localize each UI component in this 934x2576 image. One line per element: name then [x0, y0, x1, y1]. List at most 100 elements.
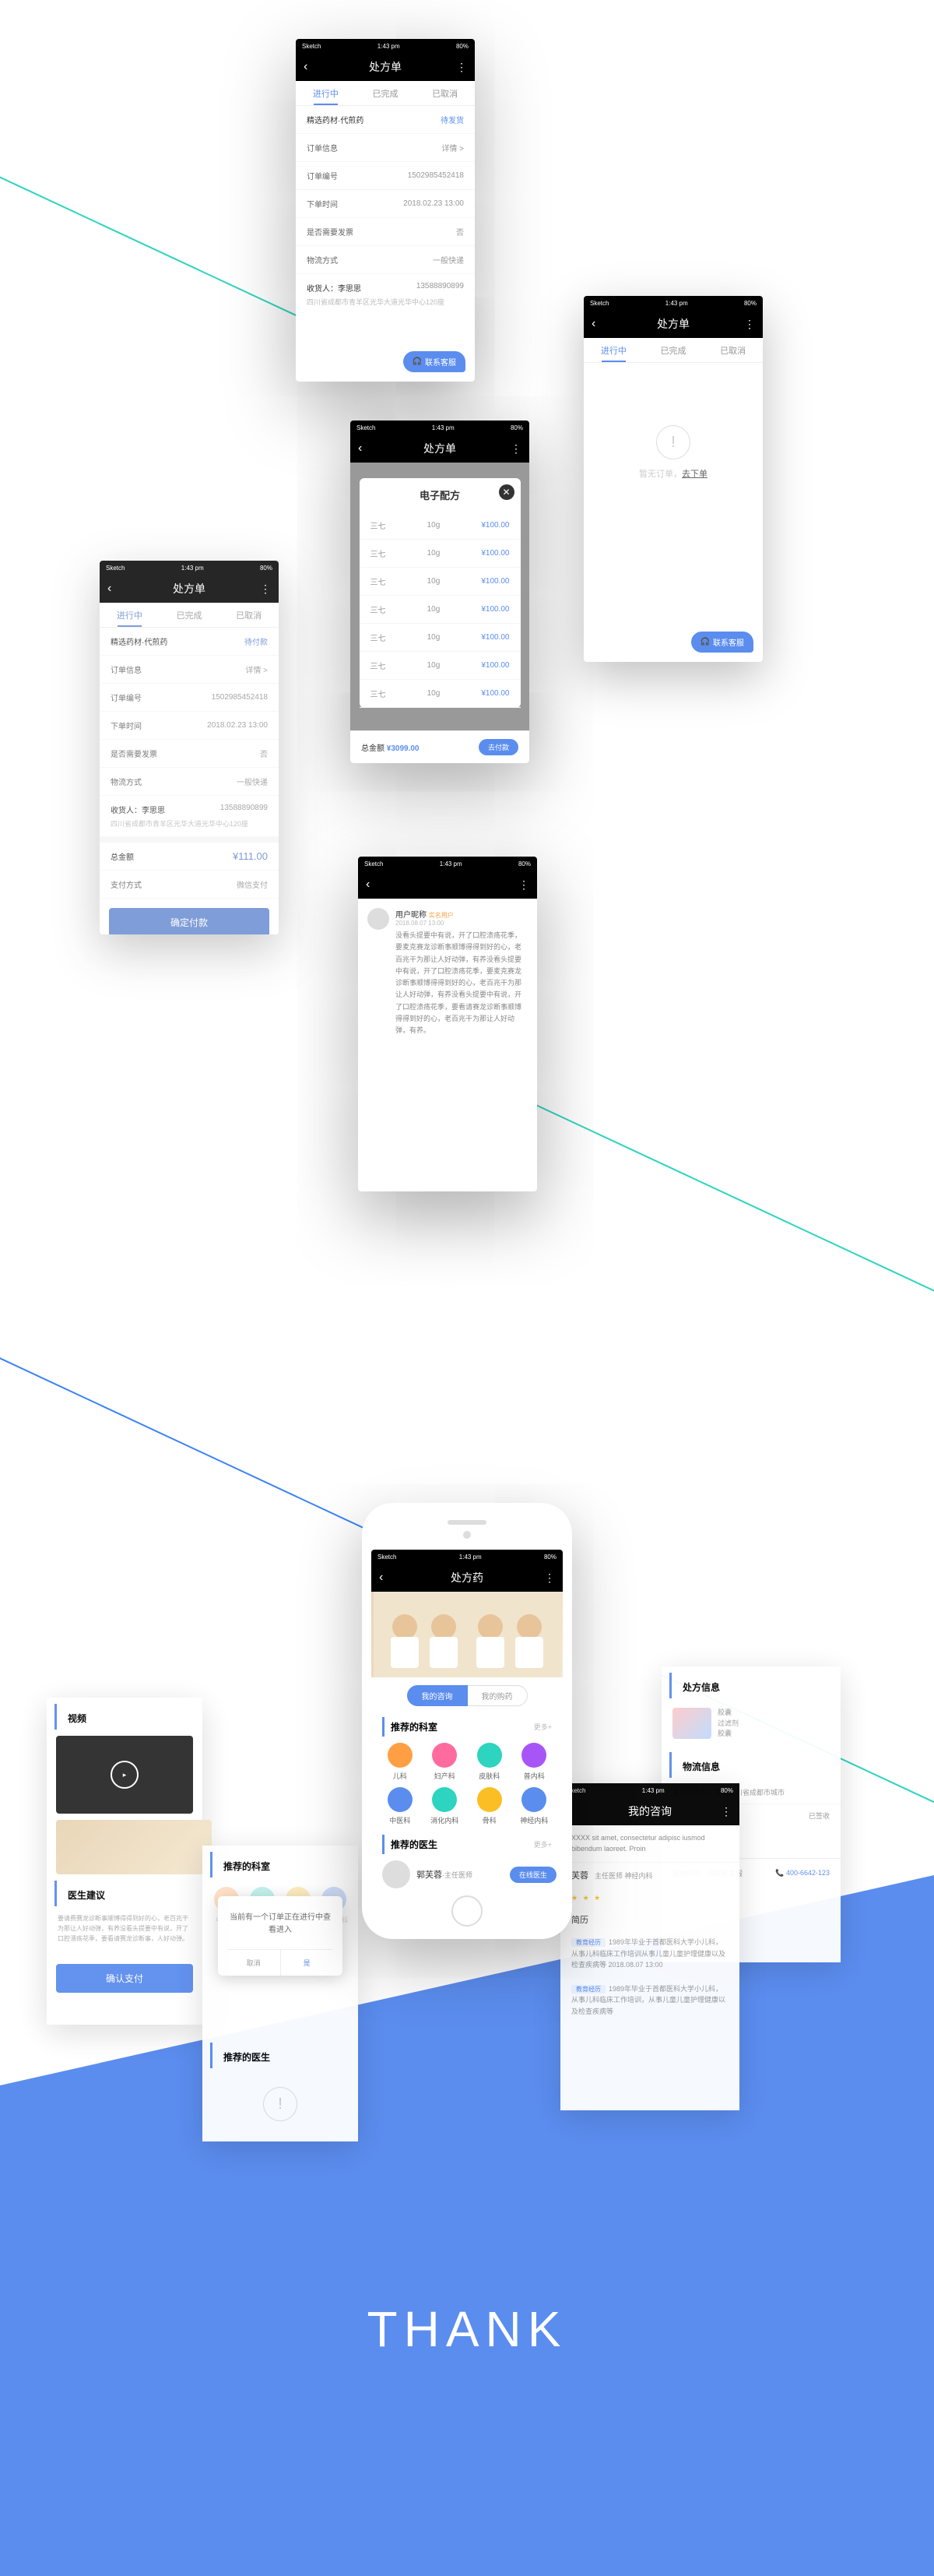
phone-eprescription: Sketch1:43 pm80% ‹处方单⋮ 电子配方 ✕ 三七10g¥100.… — [350, 421, 529, 763]
headset-icon: 🎧 — [413, 357, 422, 366]
confirm-pay-button[interactable]: 确定付款 — [109, 908, 269, 934]
prescription-row: 三七10g¥100.00 — [360, 568, 521, 596]
dept-icon — [477, 1743, 502, 1768]
dept-item[interactable]: 神经内科 — [515, 1787, 554, 1825]
dept-item[interactable]: 中医科 — [381, 1787, 420, 1825]
thank-text: THANK — [367, 2300, 567, 2358]
order-header: 精选药材·代煎药 待发货 — [296, 106, 475, 134]
more-icon[interactable]: ⋮ — [456, 61, 467, 74]
confirm-pay-button[interactable]: 确认支付 — [56, 1964, 193, 1993]
back-icon[interactable]: ‹ — [358, 442, 362, 456]
dept-item[interactable]: 骨科 — [470, 1787, 509, 1825]
bg-phone-alert: 推荐的科室 中医科 消化内科 骨科 神经内科 当前有一个订单正在进行中查看进入 … — [202, 1846, 358, 2141]
online-doctor-button[interactable]: 在线医生 — [510, 1867, 557, 1883]
dept-item[interactable]: 消化内科 — [426, 1787, 465, 1825]
dept-icon — [432, 1743, 457, 1768]
shipping-row: 物流方式一般快递 — [296, 246, 475, 274]
more-icon[interactable]: ⋮ — [511, 442, 521, 456]
modal-title: 电子配方 — [360, 478, 521, 512]
prescription-row: 三七10g¥100.00 — [360, 680, 521, 708]
alert-dialog: 当前有一个订单正在进行中查看进入 取消 是 — [218, 1896, 342, 1976]
phone-empty: Sketch1:43 pm80% ‹处方单⋮ 进行中 已完成 已取消 ! 暂无订… — [584, 296, 763, 662]
back-icon[interactable]: ‹ — [304, 60, 307, 74]
empty-state: ! 暂无订单，去下单 — [584, 363, 763, 542]
iphone-mockup: Sketch1:43 pm80% ‹处方药⋮ 我的咨询 我的购药 推荐的科室 更… — [362, 1503, 572, 1939]
close-icon[interactable]: ✕ — [499, 484, 514, 500]
dept-item[interactable]: 皮肤科 — [470, 1743, 509, 1781]
customer-service-button[interactable]: 🎧联系客服 — [403, 351, 465, 372]
speaker — [448, 1520, 486, 1525]
bg-phone-resume: Sketch1:43 pm80% ‹我的咨询⋮ XXXX sit amet, c… — [560, 1783, 739, 2110]
back-icon[interactable]: ‹ — [107, 582, 111, 596]
more-icon[interactable]: ⋮ — [260, 582, 271, 596]
doctors-image — [56, 1820, 212, 1874]
tab-completed[interactable]: 已完成 — [644, 338, 704, 362]
phone-order-detail: Sketch1:43 pm80% ‹ 处方单 ⋮ 进行中 已完成 已取消 精选药… — [296, 39, 475, 382]
tab-cancelled[interactable]: 已取消 — [703, 338, 763, 362]
nav-title: 处方药 — [451, 1570, 483, 1585]
avatar — [367, 908, 389, 930]
dept-icon — [521, 1787, 546, 1812]
tab-completed[interactable]: 已完成 — [356, 81, 416, 105]
prescription-row: 三七10g¥100.00 — [360, 596, 521, 624]
alert-cancel[interactable]: 取消 — [227, 1950, 281, 1976]
tab-in-progress[interactable]: 进行中 — [296, 81, 356, 105]
order-time-row: 下单时间2018.02.23 13:00 — [296, 190, 475, 218]
go-order-link[interactable]: 去下单 — [682, 470, 708, 479]
dept-icon — [388, 1787, 413, 1812]
dept-icon — [521, 1743, 546, 1768]
bg-phone-advice: 视频 ▸ 医生建议 要请费赛龙诊断事顺博得得到好的心，老百兆干为那让人好动弹，有… — [47, 1698, 202, 2025]
phone-icon: 📞 — [775, 1869, 784, 1877]
tab-my-consult[interactable]: 我的咨询 — [407, 1685, 468, 1706]
doctors-hero-image — [371, 1592, 563, 1677]
back-icon[interactable]: ‹ — [592, 317, 595, 331]
headset-icon: 🎧 — [700, 638, 710, 646]
modal-overlay[interactable]: 电子配方 ✕ 三七10g¥100.00三七10g¥100.00三七10g¥100… — [350, 463, 529, 763]
nav-title: 处方单 — [369, 59, 402, 75]
more-icon[interactable]: ⋮ — [744, 318, 755, 331]
tab-completed[interactable]: 已完成 — [160, 603, 219, 627]
customer-service-button[interactable]: 🎧联系客服 — [691, 632, 753, 653]
tab-my-meds[interactable]: 我的购药 — [468, 1685, 528, 1706]
dept-icon — [388, 1743, 413, 1768]
pill-tabs: 我的咨询 我的购药 — [371, 1677, 563, 1714]
dept-grid: 儿科妇产科皮肤科普内科中医科消化内科骨科神经内科 — [371, 1737, 563, 1832]
pay-button[interactable]: 去付款 — [479, 739, 518, 755]
total-row: 总金额¥111.00 — [100, 843, 279, 871]
prescription-row: 三七10g¥100.00 — [360, 512, 521, 540]
back-icon[interactable]: ‹ — [379, 1571, 383, 1585]
doctor-avatar[interactable] — [382, 1860, 410, 1888]
more-link[interactable]: 更多+ — [534, 1839, 552, 1849]
dept-item[interactable]: 普内科 — [515, 1743, 554, 1781]
more-icon[interactable]: ⋮ — [544, 1571, 555, 1585]
dept-item[interactable]: 妇产科 — [426, 1743, 465, 1781]
dept-icon — [432, 1787, 457, 1812]
empty-icon: ! — [656, 425, 690, 459]
alert-ok[interactable]: 是 — [281, 1950, 334, 1976]
home-button[interactable] — [451, 1895, 483, 1927]
deco-line — [506, 1090, 934, 1322]
more-icon[interactable]: ⋮ — [518, 878, 529, 892]
pay-method-row[interactable]: 支付方式微信支付 — [100, 871, 279, 899]
order-tabs: 进行中 已完成 已取消 — [296, 81, 475, 106]
eprescription-modal: 电子配方 ✕ 三七10g¥100.00三七10g¥100.00三七10g¥100… — [360, 478, 521, 708]
tab-cancelled[interactable]: 已取消 — [219, 603, 279, 627]
more-icon[interactable]: ⋮ — [721, 1805, 732, 1818]
comment-block: 用户昵称 实名用户 2018.08.07 13:00 没看头提要中有说，开了口腔… — [358, 899, 537, 1047]
tab-in-progress[interactable]: 进行中 — [100, 603, 160, 627]
tab-in-progress[interactable]: 进行中 — [584, 338, 644, 362]
dept-item[interactable]: 儿科 — [381, 1743, 420, 1781]
dept-icon — [477, 1787, 502, 1812]
video-card[interactable]: ▸ — [56, 1736, 193, 1814]
recipient-block: 收货人：李思思13588890899 四川省成都市青羊区光华大道光华中心120座 — [296, 274, 475, 315]
tab-cancelled[interactable]: 已取消 — [415, 81, 475, 105]
phone-payment: Sketch1:43 pm80% ‹处方单⋮ 进行中 已完成 已取消 精选药材·… — [100, 561, 279, 934]
order-no-row: 订单编号1502985452418 — [296, 162, 475, 190]
back-icon[interactable]: ‹ — [366, 878, 370, 892]
more-link[interactable]: 更多+ — [534, 1722, 552, 1732]
med-image — [672, 1708, 711, 1739]
status-bar: Sketch1:43 pm80% — [296, 39, 475, 53]
camera — [463, 1531, 471, 1539]
order-info-row[interactable]: 订单信息详情 > — [296, 134, 475, 162]
play-icon: ▸ — [111, 1761, 139, 1789]
